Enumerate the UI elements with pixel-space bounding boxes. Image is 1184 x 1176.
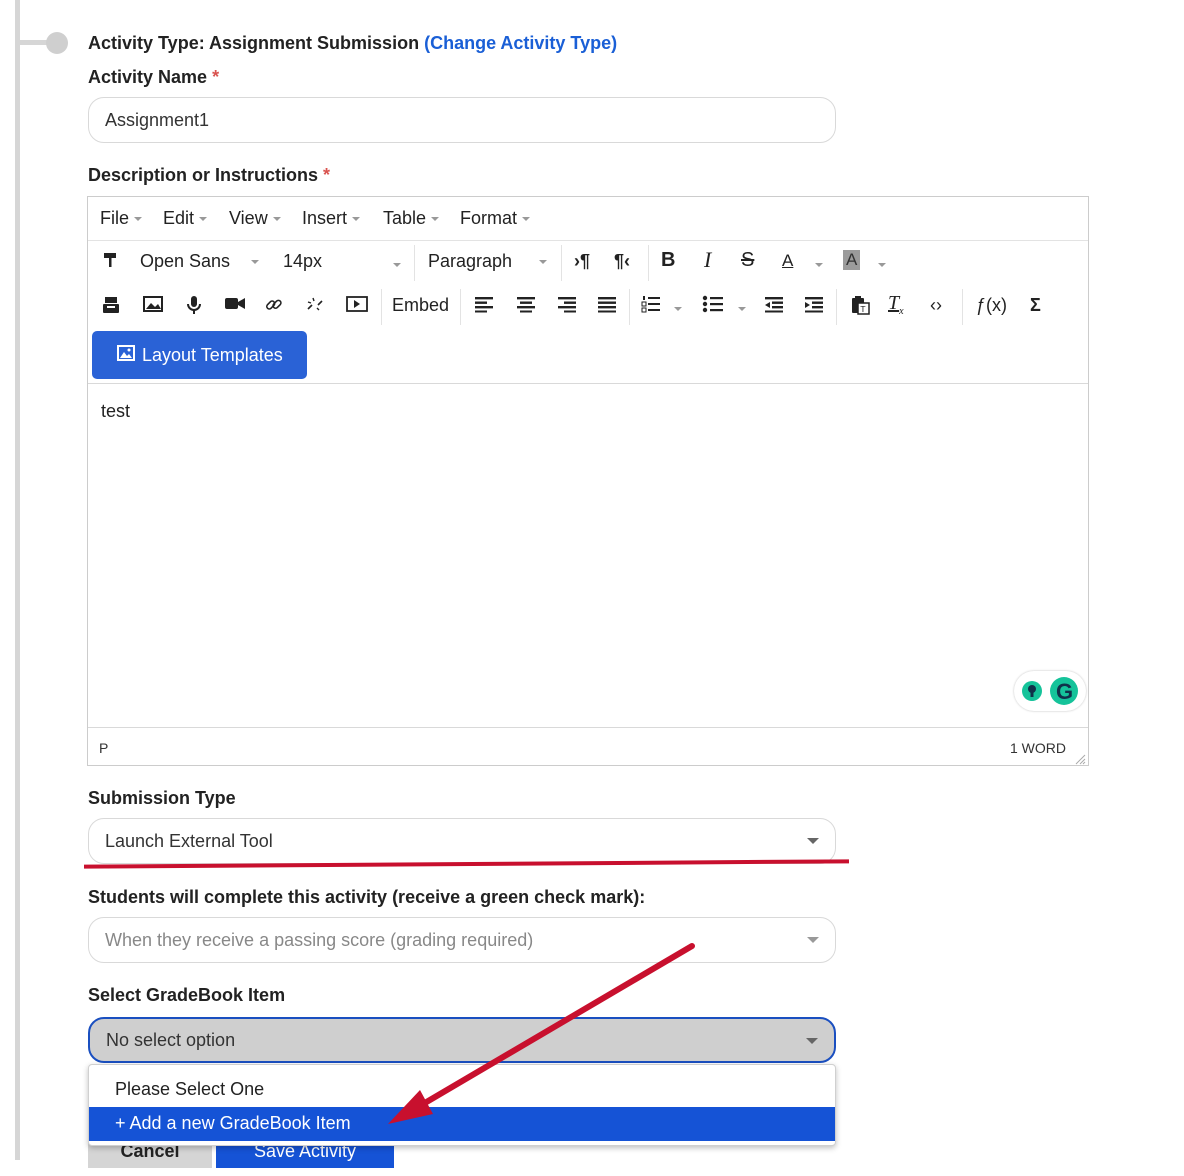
annotation-arrow [388, 943, 695, 1124]
